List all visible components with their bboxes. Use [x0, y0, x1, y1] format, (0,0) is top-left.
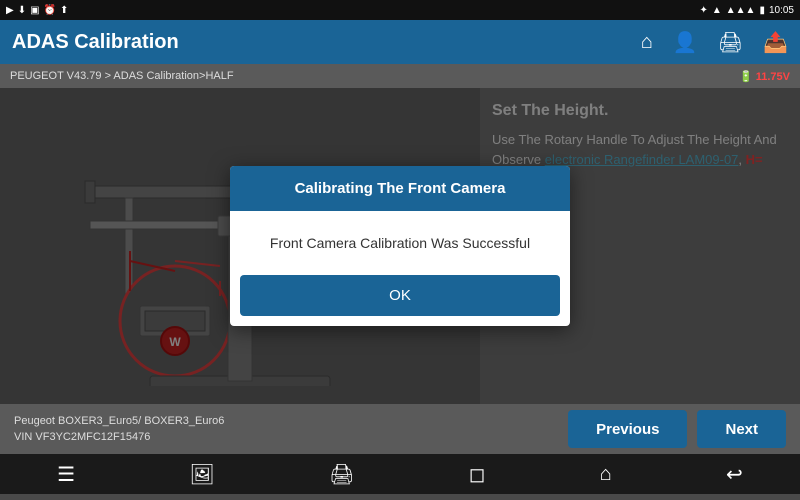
nav-printer-icon[interactable]: 🖨: [329, 462, 354, 487]
signal-icon: ▲▲▲: [726, 5, 756, 16]
download-icon: ⬇: [18, 5, 26, 16]
breadcrumb: PEUGEOT V43.79 > ADAS Calibration>HALF: [10, 70, 234, 82]
nav-gallery-icon[interactable]: 🖼: [189, 462, 214, 487]
dialog-ok-button[interactable]: OK: [240, 275, 560, 316]
status-bar: ▶ ⬇ ▣ ⏰ ⬆ ✦ ▲ ▲▲▲ ▮ 10:05: [0, 0, 800, 20]
sd-icon: ▣: [30, 5, 39, 16]
status-right-icons: ✦ ▲ ▲▲▲ ▮ 10:05: [699, 5, 794, 16]
dialog-header: Calibrating The Front Camera: [230, 166, 570, 211]
status-left-icons: ▶ ⬇ ▣ ⏰ ⬆: [6, 5, 68, 16]
print-icon[interactable]: 🖨: [718, 30, 743, 55]
next-button[interactable]: Next: [697, 410, 786, 448]
app-title: ADAS Calibration: [12, 31, 179, 54]
android-nav-bar: ☰ 🖼 🖨 ◻ ⌂ ↩: [0, 454, 800, 494]
bluetooth-icon: ✦: [699, 5, 707, 16]
dialog-body: Front Camera Calibration Was Successful: [230, 211, 570, 275]
vehicle-line1: Peugeot BOXER3_Euro5/ BOXER3_Euro6: [14, 413, 224, 430]
wifi-icon: ▲: [712, 5, 722, 16]
nav-square-icon[interactable]: ◻: [469, 462, 486, 487]
upload-icon: ⬆: [60, 5, 68, 16]
time-display: 10:05: [769, 5, 794, 16]
main-content-wrapper: W: [0, 88, 800, 404]
nav-buttons: Previous Next: [568, 410, 786, 448]
export-icon[interactable]: 📤: [763, 30, 788, 55]
previous-button[interactable]: Previous: [568, 410, 687, 448]
voltage-display: 🔋 11.75V: [739, 70, 790, 83]
alarm-icon: ⏰: [44, 5, 56, 16]
nav-menu-icon[interactable]: ☰: [57, 462, 75, 487]
app-header: ADAS Calibration ⌂ 👤 🖨 📤: [0, 20, 800, 64]
nav-back-icon[interactable]: ↩: [726, 462, 743, 487]
battery-icon: ▮: [759, 5, 765, 16]
nav-home-icon[interactable]: ⌂: [600, 463, 612, 486]
vehicle-info: Peugeot BOXER3_Euro5/ BOXER3_Euro6 VIN V…: [14, 413, 224, 446]
header-icons: ⌂ 👤 🖨 📤: [641, 30, 788, 55]
breadcrumb-bar: PEUGEOT V43.79 > ADAS Calibration>HALF 🔋…: [0, 64, 800, 88]
dialog-overlay: Calibrating The Front Camera Front Camer…: [0, 88, 800, 404]
home-icon[interactable]: ⌂: [641, 31, 653, 54]
dialog-box: Calibrating The Front Camera Front Camer…: [230, 166, 570, 326]
bottom-bar: Peugeot BOXER3_Euro5/ BOXER3_Euro6 VIN V…: [0, 404, 800, 454]
profile-icon[interactable]: 👤: [673, 30, 698, 55]
vehicle-line2: VIN VF3YC2MFC12F15476: [14, 429, 224, 446]
app-icon: ▶: [6, 5, 14, 16]
